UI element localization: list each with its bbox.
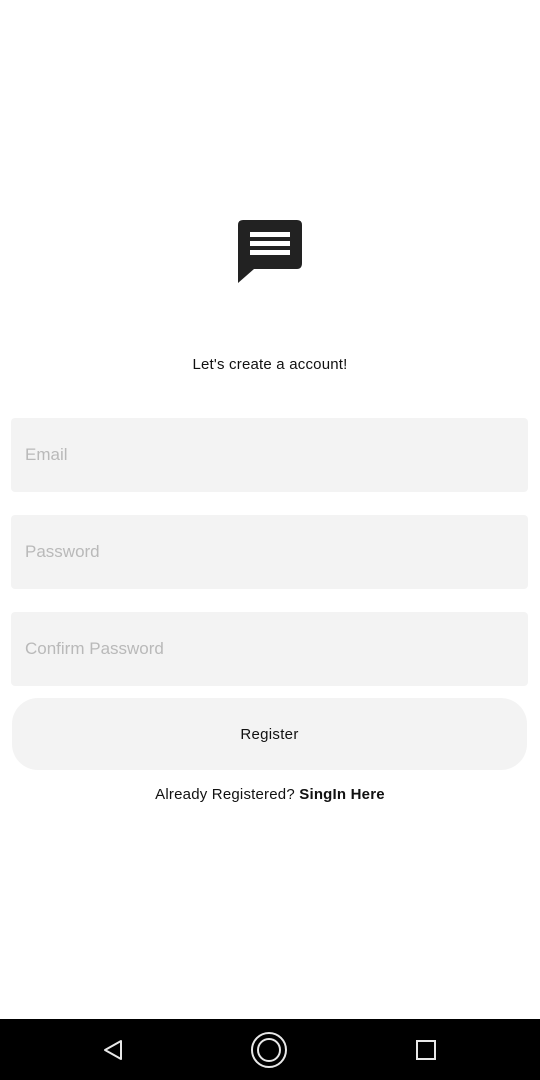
signin-link[interactable]: SingIn Here [299, 786, 385, 803]
register-button[interactable]: Register [12, 698, 527, 770]
recent-apps-square-icon [416, 1039, 436, 1060]
back-triangle-icon [104, 1039, 122, 1060]
chat-message-icon [238, 220, 302, 283]
back-button[interactable] [73, 1019, 153, 1080]
email-field[interactable] [11, 418, 528, 492]
password-field[interactable] [11, 515, 528, 589]
password-field-container [11, 515, 528, 589]
confirm-password-field-container [11, 612, 528, 686]
home-circle-icon [251, 1031, 287, 1068]
page-title: Let's create a account! [192, 356, 348, 373]
recent-apps-button[interactable] [386, 1019, 466, 1080]
home-button[interactable] [229, 1019, 309, 1080]
signin-prompt-text: Already Registered? [155, 786, 300, 803]
signin-prompt: Already Registered? SingIn Here [0, 786, 540, 803]
register-screen: Let's create a account! Register Already… [0, 0, 540, 1080]
email-field-container [11, 418, 528, 492]
confirm-password-field[interactable] [11, 612, 528, 686]
system-navigation-bar [0, 1019, 540, 1080]
